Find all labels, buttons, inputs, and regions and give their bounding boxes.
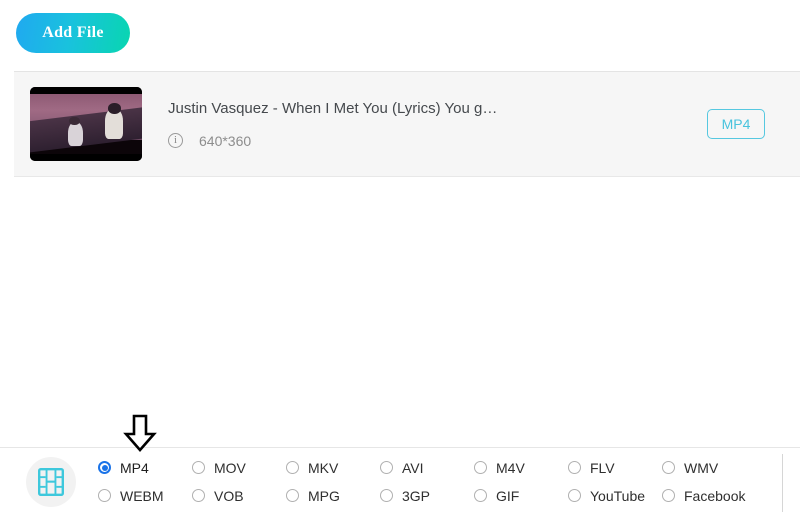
top-toolbar: Add File [0,0,800,60]
format-option-mov[interactable]: MOV [192,454,286,482]
file-metadata: i 640*360 [168,133,687,149]
file-row[interactable]: Justin Vasquez - When I Met You (Lyrics)… [14,71,800,177]
format-option-mpg[interactable]: MPG [286,482,380,510]
radio-avi[interactable] [380,461,393,474]
format-label: AVI [402,459,424,476]
thumbnail-person-right [105,109,123,139]
film-strip-icon[interactable] [26,456,76,507]
format-label: MOV [214,459,246,476]
thumbnail-letterbox-top [30,87,142,94]
radio-m4v[interactable] [474,461,487,474]
format-label: MP4 [120,459,149,476]
thumbnail-person-right-head [108,103,121,114]
radio-vob[interactable] [192,489,205,502]
radio-gif[interactable] [474,489,487,502]
format-label: YouTube [590,487,646,504]
format-option-youtube[interactable]: YouTube [568,482,662,510]
file-list: Justin Vasquez - When I Met You (Lyrics)… [14,71,800,177]
format-option-gif[interactable]: GIF [474,482,568,510]
add-file-button[interactable]: Add File [16,13,130,53]
format-label: MKV [308,459,339,476]
video-thumbnail[interactable] [30,87,142,161]
format-options-grid: MP4 MOV MKV AVI M4V FLV WMV WEBM VOB MPG… [98,454,756,510]
radio-facebook[interactable] [662,489,675,502]
radio-mkv[interactable] [286,461,299,474]
format-label: Facebook [684,487,746,504]
format-option-mp4[interactable]: MP4 [98,454,192,482]
output-format-badge[interactable]: MP4 [707,109,765,139]
format-option-webm[interactable]: WEBM [98,482,192,510]
panel-divider [782,454,783,512]
thumbnail-person-left [68,121,83,147]
format-option-avi[interactable]: AVI [380,454,474,482]
thumbnail-letterbox-bottom [30,154,142,161]
format-option-mkv[interactable]: MKV [286,454,380,482]
down-arrow-pointer [123,414,157,452]
radio-flv[interactable] [568,461,581,474]
format-label: VOB [214,487,244,504]
radio-wmv[interactable] [662,461,675,474]
format-option-3gp[interactable]: 3GP [380,482,474,510]
format-option-wmv[interactable]: WMV [662,454,756,482]
format-option-facebook[interactable]: Facebook [662,482,756,510]
format-label: MPG [308,487,340,504]
format-label: WEBM [120,487,164,504]
format-option-vob[interactable]: VOB [192,482,286,510]
film-strip-glyph [38,467,64,496]
format-label: M4V [496,459,525,476]
format-label: 3GP [402,487,431,504]
radio-mpg[interactable] [286,489,299,502]
format-label: FLV [590,459,615,476]
format-label: GIF [496,487,520,504]
file-title: Justin Vasquez - When I Met You (Lyrics)… [168,99,498,117]
format-option-flv[interactable]: FLV [568,454,662,482]
radio-mov[interactable] [192,461,205,474]
file-info: Justin Vasquez - When I Met You (Lyrics)… [168,100,707,149]
info-icon[interactable]: i [168,133,183,148]
format-option-m4v[interactable]: M4V [474,454,568,482]
file-resolution: 640*360 [199,132,252,149]
format-selection-bar: MP4 MOV MKV AVI M4V FLV WMV WEBM VOB MPG… [0,447,800,515]
radio-mp4[interactable] [98,461,111,474]
radio-webm[interactable] [98,489,111,502]
format-label: WMV [684,459,719,476]
radio-3gp[interactable] [380,489,393,502]
radio-youtube[interactable] [568,489,581,502]
